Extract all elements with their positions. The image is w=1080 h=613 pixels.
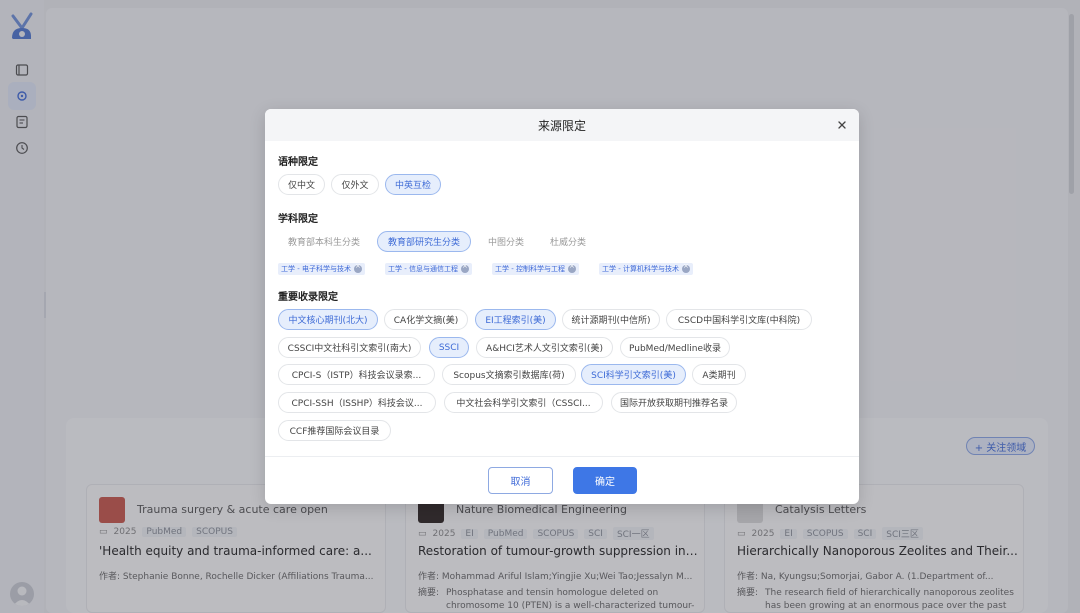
collection-option[interactable]: A&HCI艺术人文引文索引(美)	[476, 337, 613, 358]
collection-option[interactable]: 中文核心期刊(北大)	[278, 309, 378, 330]
collection-option[interactable]: EI工程索引(美)	[475, 309, 556, 330]
subject-option-clc[interactable]: 中图分类	[479, 231, 533, 252]
subject-option-graduate[interactable]: 教育部研究生分类	[377, 231, 471, 252]
close-icon[interactable]	[835, 118, 849, 132]
collection-option[interactable]: CSSCI中文社科引文索引(南大)	[278, 337, 421, 358]
collection-option[interactable]: 统计源期刊(中信所)	[562, 309, 660, 330]
confirm-button[interactable]: 确定	[573, 467, 637, 494]
collection-option[interactable]: CA化学文摘(美)	[384, 309, 468, 330]
language-option-chinese[interactable]: 仅中文	[278, 174, 325, 195]
collection-option[interactable]: 中文社会科学引文索引（CSSCI...	[444, 392, 603, 413]
collection-option[interactable]: 国际开放获取期刊推荐名录	[611, 392, 737, 413]
collection-option[interactable]: A类期刊	[692, 364, 746, 385]
source-filter-modal: 来源限定 语种限定 仅中文 仅外文 中英互检 学科限定 教育部本科生分类 教育部…	[265, 109, 859, 504]
subject-option-dewey[interactable]: 杜威分类	[541, 231, 595, 252]
cancel-button[interactable]: 取消	[488, 467, 553, 494]
collection-option[interactable]: SSCI	[429, 337, 469, 358]
modal-divider	[265, 456, 859, 457]
subject-tag-label: 工学 - 电子科学与技术	[281, 265, 351, 273]
language-option-foreign[interactable]: 仅外文	[331, 174, 379, 195]
subject-tag-label: 工学 - 计算机科学与技术	[602, 265, 679, 273]
selected-subject-tag[interactable]: 工学 - 计算机科学与技术	[599, 262, 693, 275]
subject-section-title: 学科限定	[278, 214, 318, 225]
language-option-both[interactable]: 中英互检	[385, 174, 441, 195]
remove-tag-icon[interactable]	[681, 262, 690, 273]
collection-option[interactable]: Scopus文摘索引数据库(荷)	[442, 364, 576, 385]
collection-option[interactable]: CPCI-S（ISTP）科技会议录索...	[278, 364, 435, 385]
collection-option[interactable]: CCF推荐国际会议目录	[278, 420, 391, 441]
remove-tag-icon[interactable]	[567, 262, 576, 273]
subject-tag-label: 工学 - 控制科学与工程	[495, 265, 565, 273]
selected-subject-tag[interactable]: 工学 - 信息与通信工程	[385, 262, 472, 275]
remove-tag-icon[interactable]	[353, 262, 362, 273]
collection-option[interactable]: SCI科学引文索引(美)	[581, 364, 686, 385]
remove-tag-icon[interactable]	[460, 262, 469, 273]
collection-option[interactable]: CPCI-SSH（ISSHP）科技会议...	[278, 392, 436, 413]
subject-tag-label: 工学 - 信息与通信工程	[388, 265, 458, 273]
collection-section-title: 重要收录限定	[278, 292, 338, 303]
language-section-title: 语种限定	[278, 157, 318, 168]
subject-option-undergrad[interactable]: 教育部本科生分类	[278, 231, 370, 252]
collection-option[interactable]: CSCD中国科学引文库(中科院)	[666, 309, 812, 330]
selected-subject-tag[interactable]: 工学 - 电子科学与技术	[278, 262, 365, 275]
selected-subject-tag[interactable]: 工学 - 控制科学与工程	[492, 262, 579, 275]
modal-header: 来源限定	[265, 109, 859, 141]
modal-title: 来源限定	[537, 118, 586, 133]
collection-option[interactable]: PubMed/Medline收录	[620, 337, 730, 358]
